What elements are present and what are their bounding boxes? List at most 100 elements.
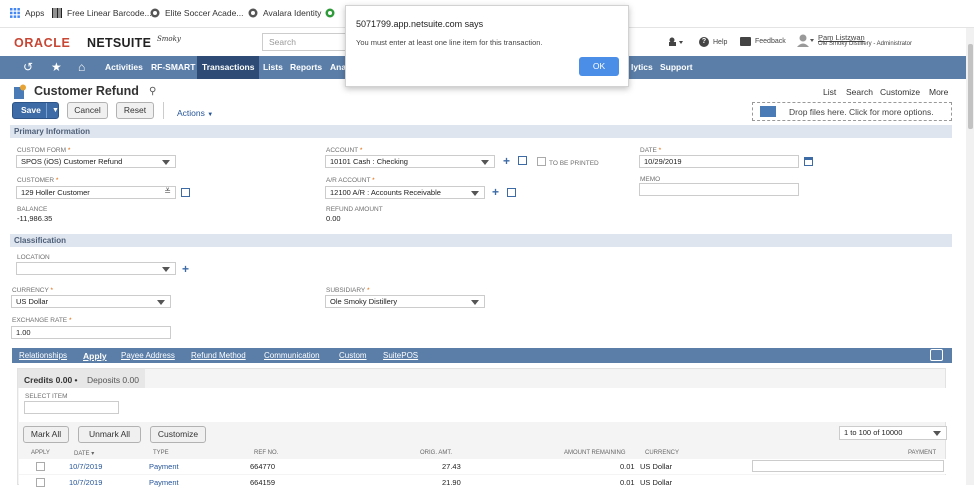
tab-relationships[interactable]: Relationships: [19, 351, 67, 360]
open-account-icon[interactable]: [518, 156, 527, 165]
oracle-logo[interactable]: ORACLE: [14, 36, 70, 50]
open-customer-icon[interactable]: [181, 188, 190, 197]
tab-suitepos[interactable]: SuitePOS: [383, 351, 418, 360]
bookmark-soccer-label: Elite Soccer Acade...: [165, 8, 244, 18]
row-orig-amt: 21.90: [442, 478, 461, 487]
column-payment[interactable]: PAYMENT: [908, 450, 936, 456]
table-row[interactable]: 10/7/2019 Payment 664770 27.43 0.01 US D…: [19, 459, 946, 474]
nav-reports[interactable]: Reports: [290, 62, 322, 72]
apply-panel: Credits 0.00 • Deposits 0.00 SELECT ITEM…: [17, 368, 947, 490]
customize-link[interactable]: Customize: [880, 87, 920, 97]
column-date[interactable]: DATE ▾: [74, 450, 94, 457]
customer-select[interactable]: 129 Holler Customer ≚: [16, 186, 176, 199]
tab-custom[interactable]: Custom: [339, 351, 367, 360]
primary-information-header[interactable]: Primary Information: [10, 125, 952, 138]
nav-lists[interactable]: Lists: [263, 62, 283, 72]
save-dropdown-icon[interactable]: ▼: [46, 103, 59, 118]
column-ref-no[interactable]: REF NO.: [254, 450, 278, 456]
row-amount-remaining: 0.01: [620, 462, 635, 471]
currency-label: CURRENCY *: [12, 287, 54, 294]
netsuite-logo[interactable]: NETSUITE: [87, 36, 151, 50]
reset-button[interactable]: Reset: [116, 102, 154, 119]
table-row[interactable]: 10/7/2019 Payment 664159 21.90 0.01 US D…: [19, 475, 946, 490]
nav-analytics[interactable]: Ana: [330, 62, 346, 72]
home-icon[interactable]: ⌂: [78, 60, 85, 74]
feedback-link[interactable]: Feedback: [740, 37, 786, 46]
nav-transactions[interactable]: Transactions: [197, 56, 260, 79]
unmark-all-button[interactable]: Unmark All: [78, 426, 141, 443]
nav-rf-smart[interactable]: RF-SMART: [151, 62, 195, 72]
ok-button[interactable]: OK: [579, 57, 619, 76]
credits-tab[interactable]: Credits 0.00 •: [24, 375, 78, 385]
row-date[interactable]: 10/7/2019: [69, 478, 102, 487]
to-be-printed-checkbox[interactable]: [537, 157, 546, 166]
ar-account-select[interactable]: 12100 A/R : Accounts Receivable: [325, 186, 485, 199]
apply-checkbox[interactable]: [36, 462, 45, 471]
bookmark-partial[interactable]: [325, 8, 335, 18]
save-button[interactable]: Save ▼: [12, 102, 59, 119]
actions-menu[interactable]: Actions ▼: [177, 108, 213, 118]
customize-button[interactable]: Customize: [150, 426, 206, 443]
row-ref-no: 664770: [250, 462, 276, 471]
deposits-tab[interactable]: Deposits 0.00: [87, 375, 139, 385]
help-label: Help: [713, 38, 728, 46]
tab-payee-address[interactable]: Payee Address: [121, 351, 175, 360]
custom-form-select[interactable]: SPOS (iOS) Customer Refund: [16, 155, 176, 168]
view-toggle-icon[interactable]: [930, 349, 943, 361]
apply-checkbox[interactable]: [36, 478, 45, 487]
calendar-icon[interactable]: [804, 157, 813, 166]
account-select[interactable]: 10101 Cash : Checking: [325, 155, 495, 168]
mark-all-button[interactable]: Mark All: [23, 426, 69, 443]
chevron-down-icon: [933, 431, 941, 436]
location-select[interactable]: [16, 262, 176, 275]
column-apply[interactable]: APPLY: [31, 450, 50, 456]
currency-select[interactable]: US Dollar: [11, 295, 171, 308]
user-role: Ole Smoky Distillery - Administrator: [818, 41, 913, 47]
global-search-input[interactable]: Search: [262, 33, 350, 51]
bookmark-elite-soccer[interactable]: Elite Soccer Acade...: [150, 8, 243, 18]
exchange-rate-input[interactable]: 1.00: [11, 326, 171, 339]
select-item-input[interactable]: [24, 401, 119, 414]
add-account-icon[interactable]: +: [503, 155, 510, 167]
bookmark-avalara[interactable]: Avalara Identity: [248, 8, 321, 18]
column-amount-remaining[interactable]: AMOUNT REMAINING: [564, 450, 626, 456]
tab-communication[interactable]: Communication: [264, 351, 320, 360]
memo-input[interactable]: [639, 183, 799, 196]
date-input[interactable]: 10/29/2019: [639, 155, 799, 168]
tab-apply[interactable]: Apply: [83, 351, 107, 361]
subsidiary-select[interactable]: Ole Smoky Distillery: [325, 295, 485, 308]
add-location-icon[interactable]: +: [182, 263, 189, 275]
payment-input[interactable]: [752, 460, 944, 472]
classification-header[interactable]: Classification: [10, 234, 952, 247]
open-ar-account-icon[interactable]: [507, 188, 516, 197]
cancel-button[interactable]: Cancel: [67, 102, 108, 119]
nav-analytics-end[interactable]: lytics: [631, 62, 653, 72]
more-link[interactable]: More: [929, 87, 948, 97]
bookmark-linear-barcode[interactable]: Free Linear Barcode...: [52, 8, 152, 18]
star-icon[interactable]: ★: [51, 60, 62, 74]
help-link[interactable]: ? Help: [699, 37, 727, 47]
chevron-down-icon: [471, 300, 479, 305]
row-type[interactable]: Payment: [149, 478, 179, 487]
scrollbar-thumb[interactable]: [968, 44, 973, 129]
row-date[interactable]: 10/7/2019: [69, 462, 102, 471]
column-orig-amt[interactable]: ORIG. AMT.: [420, 450, 452, 456]
to-be-printed-label: TO BE PRINTED: [549, 160, 599, 167]
column-type[interactable]: TYPE: [153, 450, 169, 456]
account-value: 10101 Cash : Checking: [330, 157, 408, 166]
nav-activities[interactable]: Activities: [105, 62, 143, 72]
user-menu[interactable]: Pam Listzwan Ole Smoky Distillery - Admi…: [796, 33, 912, 49]
list-link[interactable]: List: [823, 87, 836, 97]
bookmark-apps[interactable]: Apps: [10, 8, 44, 18]
column-currency[interactable]: CURRENCY: [645, 450, 679, 456]
pager-select[interactable]: 1 to 100 of 10000: [839, 426, 947, 440]
file-dropzone[interactable]: Drop files here. Click for more options.: [752, 102, 952, 121]
recent-records-icon[interactable]: [668, 37, 684, 47]
nav-support[interactable]: Support: [660, 62, 693, 72]
add-ar-account-icon[interactable]: +: [492, 186, 499, 198]
search-link[interactable]: Search: [846, 87, 873, 97]
tab-refund-method[interactable]: Refund Method: [191, 351, 246, 360]
history-icon[interactable]: ↺: [23, 60, 33, 74]
search-icon[interactable]: ⚲: [149, 86, 156, 97]
row-type[interactable]: Payment: [149, 462, 179, 471]
